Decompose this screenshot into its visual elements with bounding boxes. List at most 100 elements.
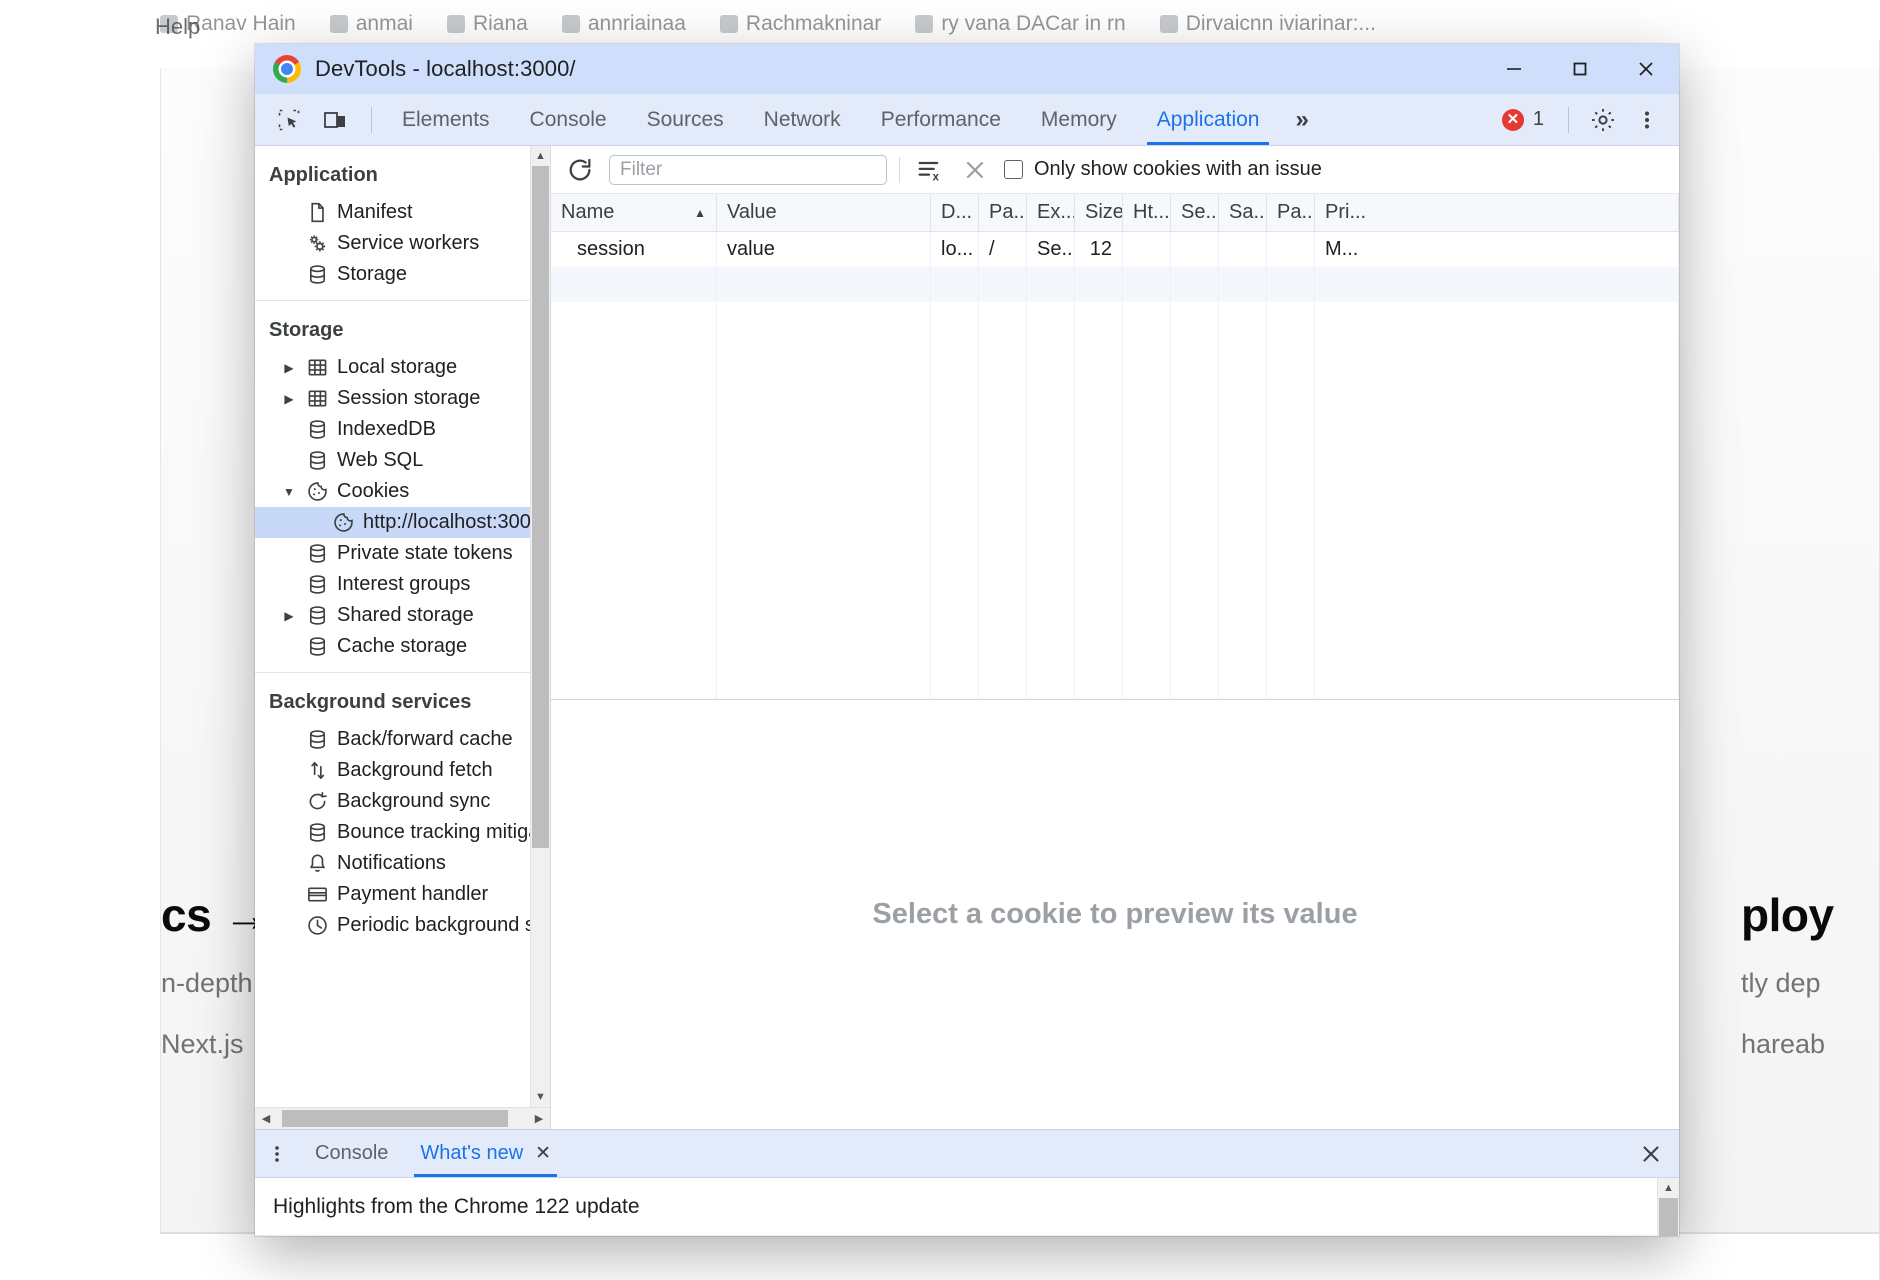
- cookie-cell-secure[interactable]: [1171, 232, 1219, 267]
- column-header-httponly[interactable]: Ht...: [1123, 194, 1171, 231]
- cookie-cell-domain[interactable]: lo...: [931, 232, 979, 267]
- cookie-grid-column: [1123, 302, 1171, 699]
- drawer-scroll-thumb[interactable]: [1659, 1198, 1678, 1236]
- scroll-left-icon[interactable]: ◀: [255, 1108, 277, 1130]
- column-header-secure[interactable]: Se...: [1171, 194, 1219, 231]
- column-header-partition[interactable]: Pa...: [1267, 194, 1315, 231]
- sidebar-item-cookies[interactable]: ▼ Cookies: [255, 476, 530, 507]
- sidebar-item-background-fetch[interactable]: ▶Background fetch: [255, 755, 530, 786]
- column-header-expires[interactable]: Ex...: [1027, 194, 1075, 231]
- kebab-menu-icon[interactable]: [1627, 100, 1667, 140]
- sidebar-item-bounce-tracking-mitigatio[interactable]: ▶Bounce tracking mitigatio: [255, 817, 530, 848]
- sidebar-hscroll-thumb[interactable]: [282, 1110, 508, 1127]
- cookie-grid-column: [1219, 302, 1267, 699]
- cookie-cell-httponly[interactable]: [1123, 232, 1171, 267]
- sidebar-hscroll-track[interactable]: [277, 1108, 528, 1129]
- column-header-label: Ex...: [1037, 201, 1075, 223]
- sidebar-item-background-sync[interactable]: ▶Background sync: [255, 786, 530, 817]
- column-header-priority[interactable]: Pri...: [1315, 194, 1679, 231]
- cookie-cell-name[interactable]: session: [551, 232, 717, 267]
- column-header-value[interactable]: Value: [717, 194, 931, 231]
- cookie-cell-priority[interactable]: M...: [1315, 232, 1679, 267]
- bookmark-item[interactable]: annriainaa: [561, 12, 686, 36]
- only-issues-checkbox[interactable]: Only show cookies with an issue: [1004, 158, 1322, 181]
- tab-console[interactable]: Console: [510, 94, 627, 145]
- filter-input[interactable]: Filter: [609, 154, 887, 185]
- sidebar-item-interest-groups[interactable]: ▶Interest groups: [255, 569, 530, 600]
- cookie-empty-cell: [551, 267, 717, 302]
- tab-performance[interactable]: Performance: [861, 94, 1021, 145]
- sidebar-horizontal-scrollbar[interactable]: ◀ ▶: [255, 1107, 550, 1129]
- scroll-up-icon[interactable]: ▲: [531, 146, 551, 166]
- chevron-right-icon[interactable]: ▶: [281, 392, 297, 406]
- bookmark-item[interactable]: Dirvaicnn iviarinar:...: [1159, 12, 1376, 36]
- bookmark-item[interactable]: Rachmakninar: [719, 12, 881, 36]
- sidebar-item-notifications[interactable]: ▶Notifications: [255, 848, 530, 879]
- sidebar-scroll-thumb[interactable]: [532, 166, 549, 848]
- sidebar-item-web-sql[interactable]: ▶Web SQL: [255, 445, 530, 476]
- clear-all-cookies-icon[interactable]: x: [912, 153, 946, 187]
- delete-cookie-icon[interactable]: [958, 153, 992, 187]
- tab-elements[interactable]: Elements: [382, 94, 510, 145]
- sidebar-item-service-workers[interactable]: ▶Service workers: [255, 228, 530, 259]
- sidebar-item-http-localhost-3000[interactable]: ▶http://localhost:3000: [255, 507, 530, 538]
- drawer-kebab-icon[interactable]: [255, 1130, 299, 1177]
- cookie-table-row[interactable]: session value lo... / Se... 12 M...: [551, 232, 1679, 267]
- sidebar-scroll-track[interactable]: [531, 166, 550, 1087]
- sidebar-item-cache-storage[interactable]: ▶Cache storage: [255, 631, 530, 662]
- tab-application[interactable]: Application: [1137, 94, 1280, 145]
- column-header-path[interactable]: Pa...: [979, 194, 1027, 231]
- scroll-right-icon[interactable]: ▶: [528, 1108, 550, 1130]
- cookie-cell-path[interactable]: /: [979, 232, 1027, 267]
- sidebar-item-manifest[interactable]: ▶Manifest: [255, 197, 530, 228]
- cookie-cell-samesite[interactable]: [1219, 232, 1267, 267]
- drawer-vertical-scrollbar[interactable]: ▲: [1657, 1178, 1679, 1236]
- cookie-cell-size[interactable]: 12: [1075, 232, 1123, 267]
- database-icon: [305, 449, 329, 473]
- checkbox-box[interactable]: [1004, 160, 1023, 179]
- tab-memory[interactable]: Memory: [1021, 94, 1137, 145]
- more-tabs-button[interactable]: »: [1279, 94, 1324, 145]
- column-header-samesite[interactable]: Sa...: [1219, 194, 1267, 231]
- tab-sources[interactable]: Sources: [627, 94, 744, 145]
- column-header-size[interactable]: Size: [1075, 194, 1123, 231]
- device-toolbar-icon[interactable]: [315, 100, 355, 140]
- chevron-right-icon[interactable]: ▶: [281, 361, 297, 375]
- column-header-name[interactable]: Name ▲: [551, 194, 717, 231]
- sidebar-item-local-storage[interactable]: ▶ Local storage: [255, 352, 530, 383]
- column-header-domain[interactable]: D...: [931, 194, 979, 231]
- sidebar-item-payment-handler[interactable]: ▶Payment handler: [255, 879, 530, 910]
- cookie-cell-expires[interactable]: Se...: [1027, 232, 1075, 267]
- bookmark-item[interactable]: Riana: [446, 12, 528, 36]
- sidebar-item-indexeddb[interactable]: ▶IndexedDB: [255, 414, 530, 445]
- gear-icon[interactable]: [1583, 100, 1623, 140]
- refresh-icon[interactable]: [563, 153, 597, 187]
- drawer-tab-what-s-new[interactable]: What's new ✕: [404, 1130, 567, 1177]
- chevron-down-icon[interactable]: ▼: [281, 485, 297, 499]
- scroll-down-icon[interactable]: ▼: [531, 1087, 551, 1107]
- menu-help[interactable]: Help: [155, 14, 200, 40]
- drawer-tab-console[interactable]: Console: [299, 1130, 404, 1177]
- drawer-close-icon[interactable]: [1623, 1130, 1679, 1177]
- sidebar-item-periodic-background-sync[interactable]: ▶Periodic background sync: [255, 910, 530, 941]
- cookie-cell-partition[interactable]: [1267, 232, 1315, 267]
- sidebar-item-back-forward-cache[interactable]: ▶Back/forward cache: [255, 724, 530, 755]
- sidebar-vertical-scrollbar[interactable]: ▲ ▼: [530, 146, 550, 1107]
- cookie-cell-value[interactable]: value: [717, 232, 931, 267]
- sidebar-item-private-state-tokens[interactable]: ▶Private state tokens: [255, 538, 530, 569]
- tab-network[interactable]: Network: [744, 94, 861, 145]
- table-icon: [305, 387, 329, 411]
- bookmark-item[interactable]: ry vana DACar in rn: [915, 12, 1126, 36]
- bookmark-item[interactable]: anmai: [329, 12, 413, 36]
- sidebar-item-storage[interactable]: ▶Storage: [255, 259, 530, 290]
- inspect-element-icon[interactable]: [269, 100, 309, 140]
- sidebar-item-session-storage[interactable]: ▶ Session storage: [255, 383, 530, 414]
- drawer-scroll-up-icon[interactable]: ▲: [1658, 1178, 1679, 1198]
- sidebar-item-shared-storage[interactable]: ▶ Shared storage: [255, 600, 530, 631]
- chevron-right-icon[interactable]: ▶: [281, 609, 297, 623]
- drawer-tab-close-icon[interactable]: ✕: [535, 1144, 551, 1163]
- error-badge[interactable]: ✕ 1: [1492, 108, 1554, 131]
- close-button[interactable]: [1613, 44, 1679, 94]
- maximize-button[interactable]: [1547, 44, 1613, 94]
- minimize-button[interactable]: [1481, 44, 1547, 94]
